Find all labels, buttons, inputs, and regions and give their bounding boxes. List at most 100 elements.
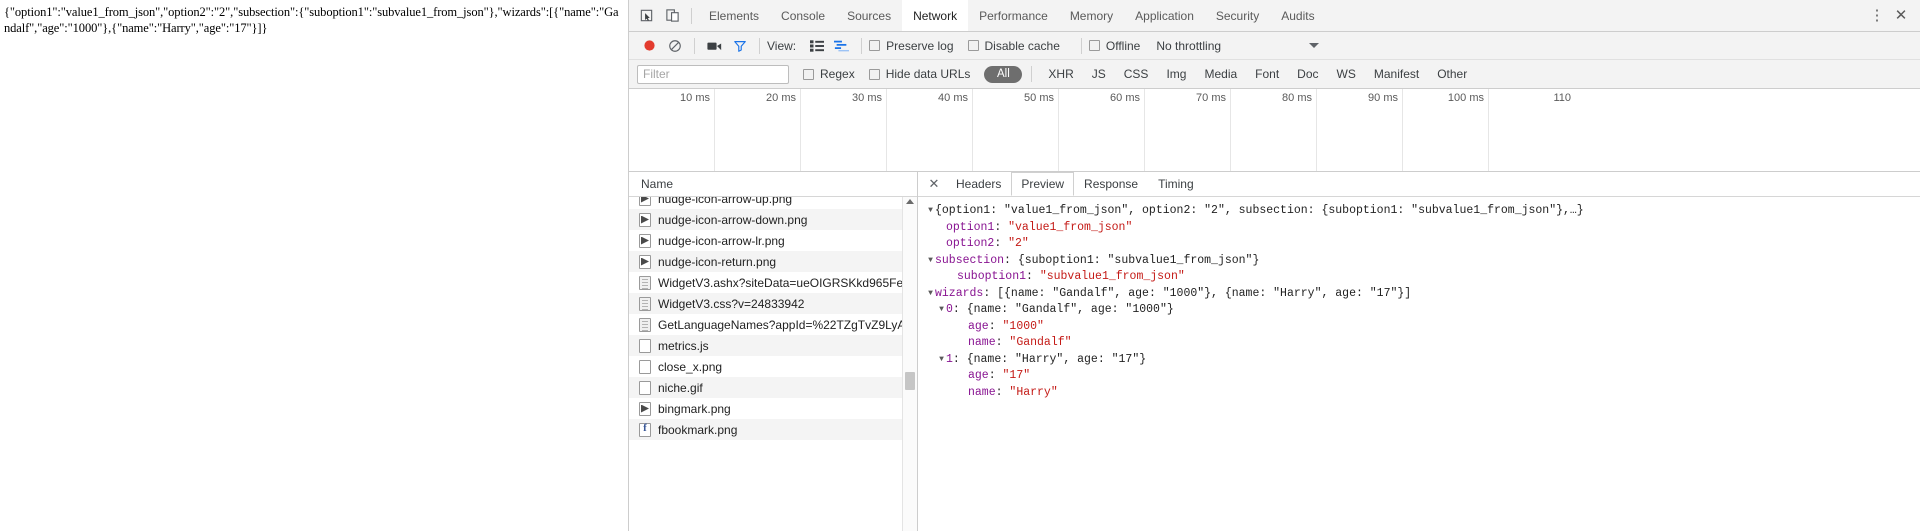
json-text: : bbox=[988, 369, 1003, 382]
json-key: option1 bbox=[946, 220, 995, 234]
json-preview-tree[interactable]: ▼ {option1: "value1_from_json", option2: … bbox=[918, 197, 1920, 531]
scrollbar-thumb[interactable] bbox=[905, 372, 915, 390]
table-row[interactable]: GetLanguageNames?appId=%22TZgTvZ9LyAo bbox=[629, 314, 917, 335]
json-string-value: "subvalue1_from_json" bbox=[1039, 270, 1185, 283]
preview-tree-row[interactable]: ▼ subsection: {suboption1: "subvalue1_fro… bbox=[926, 253, 1920, 270]
table-row[interactable]: nudge-icon-arrow-down.png bbox=[629, 209, 917, 230]
preserve-log-label: Preserve log bbox=[886, 38, 954, 53]
tree-expand-icon[interactable]: ▼ bbox=[937, 302, 946, 319]
json-text: {option1: "value1_from_json", option2: "… bbox=[935, 204, 1584, 217]
table-row[interactable]: fbookmark.png bbox=[629, 419, 917, 440]
table-row[interactable]: nudge-icon-return.png bbox=[629, 251, 917, 272]
preserve-log-checkbox[interactable]: Preserve log bbox=[869, 38, 954, 53]
regex-label: Regex bbox=[820, 67, 855, 81]
filter-type-img[interactable]: Img bbox=[1157, 67, 1195, 81]
clear-button[interactable] bbox=[662, 35, 687, 57]
request-name: nudge-icon-return.png bbox=[658, 254, 777, 269]
requests-scrollbar[interactable] bbox=[902, 197, 917, 531]
preview-tree-row[interactable]: name: "Gandalf" bbox=[926, 335, 1920, 352]
table-row[interactable]: nudge-icon-arrow-lr.png bbox=[629, 230, 917, 251]
tab-network[interactable]: Network bbox=[902, 0, 969, 31]
preview-tree-row[interactable]: name: "Harry" bbox=[926, 385, 1920, 402]
table-row[interactable]: nudge-icon-arrow-up.png bbox=[629, 197, 917, 209]
hide-data-urls-checkbox[interactable]: Hide data URLs bbox=[868, 67, 970, 81]
filter-type-media[interactable]: Media bbox=[1195, 67, 1246, 81]
regex-checkbox[interactable]: Regex bbox=[803, 67, 855, 81]
detail-tab-headers[interactable]: Headers bbox=[946, 172, 1011, 196]
table-row[interactable]: WidgetV3.ashx?siteData=ueOIGRSKkd965FeE0 bbox=[629, 272, 917, 293]
tree-expand-icon[interactable]: ▼ bbox=[926, 203, 935, 220]
table-row[interactable]: niche.gif bbox=[629, 377, 917, 398]
disable-cache-checkbox[interactable]: Disable cache bbox=[967, 39, 1060, 53]
tree-expand-icon[interactable]: ▼ bbox=[926, 286, 935, 303]
preview-tree-row[interactable]: suboption1: "subvalue1_from_json" bbox=[926, 269, 1920, 286]
offline-checkbox[interactable]: Offline bbox=[1088, 39, 1140, 53]
network-overview-timeline[interactable]: 10 ms 20 ms 30 ms 40 ms 50 ms 60 ms 70 m… bbox=[629, 89, 1920, 172]
filter-type-other[interactable]: Other bbox=[1428, 67, 1476, 81]
preview-tree-row[interactable]: option1: "value1_from_json" bbox=[926, 220, 1920, 237]
tab-performance[interactable]: Performance bbox=[968, 0, 1059, 31]
preview-tree-row[interactable]: ▼ 0: {name: "Gandalf", age: "1000"} bbox=[926, 302, 1920, 319]
device-toolbar-icon[interactable] bbox=[659, 4, 685, 28]
json-string-value: "2" bbox=[1008, 237, 1029, 250]
preview-tree-row[interactable]: ▼ wizards: [{name: "Gandalf", age: "1000"… bbox=[926, 286, 1920, 303]
preview-tree-row[interactable]: age: "1000" bbox=[926, 319, 1920, 336]
preview-tree-row[interactable]: age: "17" bbox=[926, 368, 1920, 385]
toolbar-divider bbox=[861, 37, 863, 54]
detail-tab-timing[interactable]: Timing bbox=[1148, 172, 1204, 196]
detail-tab-preview[interactable]: Preview bbox=[1011, 172, 1075, 196]
tab-application[interactable]: Application bbox=[1124, 0, 1205, 31]
timeline-tick: 30 ms bbox=[801, 89, 887, 171]
filter-type-xhr[interactable]: XHR bbox=[1039, 67, 1082, 81]
inspect-element-icon[interactable] bbox=[633, 4, 659, 28]
table-row[interactable]: bingmark.png bbox=[629, 398, 917, 419]
filter-type-font[interactable]: Font bbox=[1246, 67, 1288, 81]
preview-tree-row[interactable]: option2: "2" bbox=[926, 236, 1920, 253]
filter-input[interactable] bbox=[637, 64, 789, 84]
timeline-tick-label: 100 ms bbox=[1447, 92, 1484, 104]
preview-icon bbox=[639, 401, 651, 416]
timeline-tick: 100 ms bbox=[1403, 89, 1489, 171]
preview-tree-row[interactable]: ▼ 1: {name: "Harry", age: "17"} bbox=[926, 352, 1920, 369]
filter-type-manifest[interactable]: Manifest bbox=[1365, 67, 1428, 81]
tab-audits[interactable]: Audits bbox=[1270, 0, 1325, 31]
list-view-icon[interactable] bbox=[804, 35, 829, 57]
tree-expand-icon[interactable]: ▼ bbox=[937, 352, 946, 369]
image-icon bbox=[639, 212, 651, 227]
json-text: : {suboption1: "subvalue1_from_json"} bbox=[1004, 253, 1260, 267]
tab-elements[interactable]: Elements bbox=[698, 0, 770, 31]
requests-list[interactable]: nudge-icon-arrow-up.png nudge-icon-arrow… bbox=[629, 197, 917, 531]
filter-toggle-icon[interactable] bbox=[727, 35, 752, 57]
tab-sources[interactable]: Sources bbox=[836, 0, 902, 31]
filter-type-doc[interactable]: Doc bbox=[1288, 67, 1327, 81]
filter-type-css[interactable]: CSS bbox=[1115, 67, 1158, 81]
throttling-select[interactable]: No throttling bbox=[1156, 38, 1320, 53]
json-key: subsection bbox=[935, 253, 1005, 267]
capture-screenshots-icon[interactable] bbox=[702, 35, 727, 57]
table-row[interactable]: close_x.png bbox=[629, 356, 917, 377]
throttling-value: No throttling bbox=[1156, 38, 1222, 53]
filter-type-all[interactable]: All bbox=[984, 65, 1023, 83]
tree-expand-icon[interactable]: ▼ bbox=[926, 253, 935, 270]
tab-memory[interactable]: Memory bbox=[1059, 0, 1124, 31]
close-devtools-icon[interactable]: ✕ bbox=[1888, 5, 1914, 27]
request-name: fbookmark.png bbox=[658, 422, 738, 437]
more-options-icon[interactable]: ⋮ bbox=[1866, 5, 1888, 27]
tab-security[interactable]: Security bbox=[1205, 0, 1270, 31]
tab-console[interactable]: Console bbox=[770, 0, 836, 31]
timeline-tick: 110 bbox=[1489, 89, 1575, 171]
requests-column-header[interactable]: Name bbox=[629, 172, 917, 197]
table-row[interactable]: WidgetV3.css?v=24833942 bbox=[629, 293, 917, 314]
close-detail-icon[interactable]: ✕ bbox=[922, 172, 946, 196]
preview-tree-row[interactable]: ▼ {option1: "value1_from_json", option2: … bbox=[926, 203, 1920, 220]
json-key: option2 bbox=[946, 237, 995, 250]
detail-tab-response[interactable]: Response bbox=[1074, 172, 1148, 196]
table-row[interactable]: metrics.js bbox=[629, 335, 917, 356]
filter-type-js[interactable]: JS bbox=[1083, 67, 1115, 81]
filter-type-ws[interactable]: WS bbox=[1328, 67, 1365, 81]
waterfall-view-icon[interactable] bbox=[829, 35, 854, 57]
json-text: : bbox=[988, 319, 1003, 333]
scroll-up-icon[interactable] bbox=[903, 199, 917, 204]
record-button[interactable] bbox=[637, 35, 662, 57]
timeline-tick-label: 20 ms bbox=[766, 92, 796, 104]
